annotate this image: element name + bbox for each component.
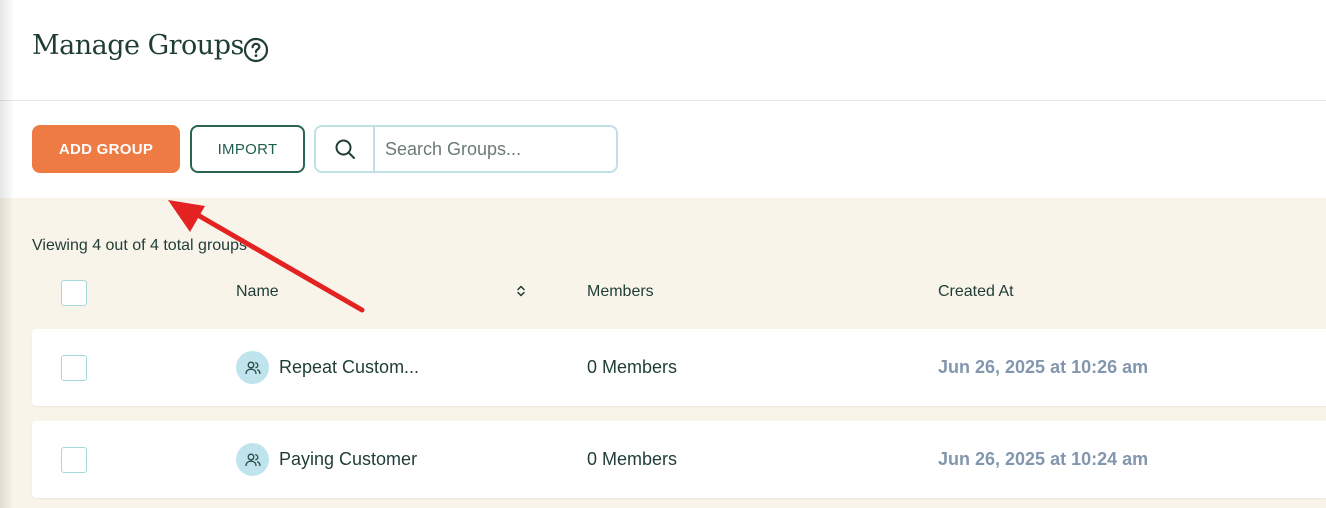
group-name[interactable]: Repeat Custom... (279, 357, 419, 378)
column-header-name[interactable]: Name (236, 283, 279, 301)
table-row[interactable]: Repeat Custom... 0 Members Jun 26, 2025 … (32, 329, 1326, 406)
table-row[interactable]: Paying Customer 0 Members Jun 26, 2025 a… (32, 421, 1326, 498)
column-header-members: Members (587, 283, 654, 300)
page-header: Manage Groups (0, 0, 1326, 101)
search-input[interactable] (375, 127, 613, 171)
users-icon (244, 361, 261, 374)
group-members: 0 Members (587, 357, 678, 377)
row-checkbox[interactable] (61, 447, 87, 473)
group-name[interactable]: Paying Customer (279, 449, 417, 470)
page-title: Manage Groups (32, 30, 244, 61)
column-header-created-at: Created At (938, 283, 1014, 300)
row-checkbox[interactable] (61, 355, 87, 381)
group-created-at: Jun 26, 2025 at 10:26 am (938, 357, 1149, 377)
toolbar: ADD GROUP IMPORT (0, 101, 1326, 198)
import-button[interactable]: IMPORT (190, 125, 305, 173)
question-circle-icon[interactable] (243, 37, 269, 63)
select-all-checkbox[interactable] (61, 280, 87, 306)
sort-chevrons-icon[interactable] (515, 283, 527, 299)
search-icon (335, 139, 355, 159)
users-icon (244, 453, 261, 466)
group-avatar (236, 351, 269, 384)
group-created-at: Jun 26, 2025 at 10:24 am (938, 449, 1149, 469)
group-avatar (236, 443, 269, 476)
viewing-count-text: Viewing 4 out of 4 total groups (32, 237, 247, 254)
search-box (314, 125, 618, 173)
search-button[interactable] (316, 127, 375, 171)
add-group-button[interactable]: ADD GROUP (32, 125, 180, 173)
group-members: 0 Members (587, 449, 678, 469)
groups-content: Viewing 4 out of 4 total groups Name Mem… (0, 198, 1326, 508)
